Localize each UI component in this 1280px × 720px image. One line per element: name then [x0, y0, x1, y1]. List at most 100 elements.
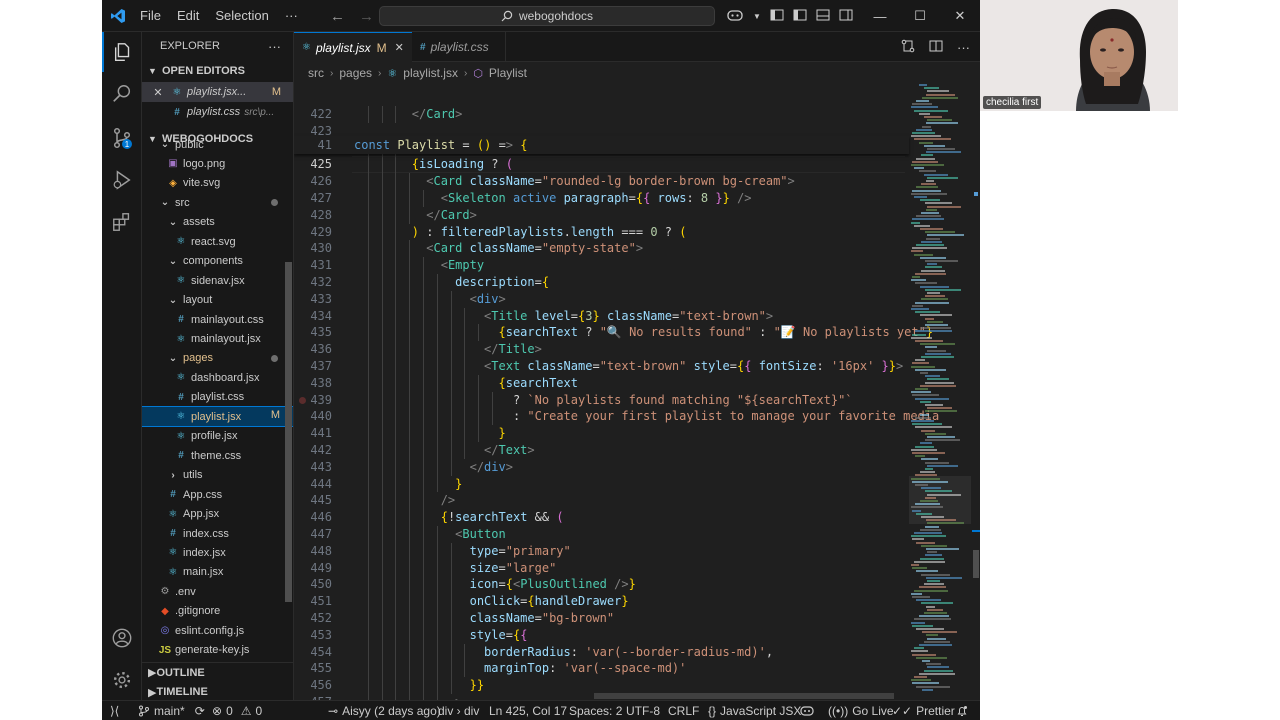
language-mode[interactable]: {} JavaScript JSX — [708, 701, 801, 720]
code-line[interactable]: 455 marginTop: 'var(--space-md)' — [294, 660, 909, 678]
tree-item-dashboard-jsx[interactable]: ⚛ dashboard.jsx — [174, 368, 292, 387]
code-line[interactable]: 429 ) : filteredPlaylists.length === 0 ?… — [294, 223, 909, 241]
tree-item-index-css[interactable]: # index.css — [166, 524, 292, 543]
code-line[interactable]: 451 onClick={handleDrawer} — [294, 593, 909, 610]
code-line[interactable]: 456 }} — [294, 677, 909, 694]
extensions-icon[interactable] — [102, 202, 142, 242]
remote-indicator[interactable]: ⟩⟨ — [110, 701, 119, 720]
code-line[interactable]: 435 {searchText ? "🔍 No results found" :… — [294, 324, 933, 342]
menu-file[interactable]: File — [132, 0, 169, 32]
menu-edit[interactable]: Edit — [169, 0, 207, 32]
code-line[interactable]: 449 size="large" — [294, 559, 909, 577]
run-debug-icon[interactable] — [102, 160, 142, 200]
sidebar-scrollbar[interactable] — [285, 262, 292, 602]
tree-item-mainlayout-jsx[interactable]: ⚛ mainlayout.jsx — [174, 330, 292, 349]
end-of-line[interactable]: CRLF — [668, 701, 699, 720]
code-line[interactable]: 446 {!searchText && ( — [294, 509, 909, 526]
prettier-status[interactable]: ✓✓ Prettier — [892, 701, 955, 720]
minimap[interactable] — [909, 84, 971, 700]
source-control-icon[interactable]: 1 — [102, 118, 142, 158]
compare-changes-icon[interactable] — [901, 39, 915, 56]
search-icon[interactable] — [102, 74, 142, 114]
breadcrumb-file[interactable]: playlist.jsx — [403, 66, 458, 80]
open-editor-playlist-css[interactable]: # playlist.css src\p... — [142, 102, 293, 122]
go-live-button[interactable]: ((•)) Go Live — [828, 701, 894, 720]
tree-item-components[interactable]: ⌄ components — [166, 252, 292, 271]
breadcrumb-context[interactable]: div › div — [438, 701, 479, 720]
editor-vertical-scrollbar[interactable] — [972, 84, 980, 700]
tree-item--gitignore[interactable]: ◆ .gitignore — [158, 602, 292, 621]
explorer-more-icon[interactable]: ··· — [268, 39, 281, 54]
problems-indicator[interactable]: ⊗ 0 ⚠ 0 — [212, 701, 262, 720]
code-line[interactable]: 430 <Card className="empty-state"> — [294, 240, 909, 258]
tree-item-index-jsx[interactable]: ⚛ index.jsx — [166, 543, 292, 562]
code-line[interactable]: 428 </Card> — [294, 206, 909, 224]
code-line[interactable]: 431 <Empty — [294, 257, 909, 274]
account-icon[interactable] — [102, 618, 142, 658]
timeline-header[interactable]: ▶ TIMELINE — [142, 682, 293, 700]
tab-playlist-jsx[interactable]: ⚛ playlist.jsx M ✕ — [294, 32, 412, 62]
code-editor[interactable]: 41 const Playlist = () => { 422 </Card> 4… — [294, 84, 980, 700]
close-icon[interactable]: ✕ — [146, 86, 170, 99]
maximize-icon[interactable]: ☐ — [900, 0, 940, 32]
code-line[interactable]: 453 style={{ — [294, 626, 909, 644]
git-branch[interactable]: main* ⟳ — [138, 701, 205, 720]
menu-more[interactable]: ··· — [277, 0, 306, 32]
code-line[interactable]: 434 <Title level={3} className="text-bro… — [294, 307, 909, 325]
copilot-status-icon[interactable] — [800, 701, 814, 720]
code-line[interactable]: 432 description={ — [294, 274, 909, 291]
code-line[interactable]: 448 type="primary" — [294, 542, 909, 560]
code-line[interactable]: 454 borderRadius: 'var(--border-radius-m… — [294, 643, 909, 661]
code-line[interactable]: 426 <Card className="rounded-lg border-b… — [294, 173, 909, 190]
tree-item-utils[interactable]: › utils — [166, 466, 292, 485]
settings-gear-icon[interactable] — [102, 660, 142, 700]
tab-playlist-css[interactable]: # playlist.css — [412, 32, 506, 62]
breadcrumb-pages[interactable]: pages — [339, 66, 372, 80]
tree-item-assets[interactable]: ⌄ assets — [166, 213, 292, 232]
code-line[interactable]: 450 icon={<PlusOutlined />} — [294, 576, 909, 594]
code-line[interactable]: 438 {searchText — [294, 374, 909, 392]
code-line[interactable]: 447 <Button — [294, 526, 909, 543]
open-editors-header[interactable]: ▼ OPEN EDITORS — [142, 60, 293, 82]
forward-arrow-icon[interactable]: → — [359, 8, 374, 25]
breakpoint-hint-icon[interactable] — [299, 396, 306, 404]
close-window-icon[interactable]: ✕ — [940, 0, 980, 32]
tree-item-vite-svg[interactable]: ◈ vite.svg — [166, 174, 292, 193]
menu-selection[interactable]: Selection — [207, 0, 276, 32]
tree-item-react-svg[interactable]: ⚛ react.svg — [174, 232, 292, 251]
toggle-panel-icon[interactable] — [816, 8, 830, 25]
back-arrow-icon[interactable]: ← — [330, 8, 345, 25]
tree-item-main-jsx[interactable]: ⚛ main.jsx — [166, 563, 292, 582]
code-line[interactable]: 443 </div> — [294, 458, 909, 476]
notifications-bell-icon[interactable] — [956, 701, 968, 720]
code-line[interactable]: 444 } — [294, 475, 909, 493]
tree-item-app-css[interactable]: # App.css — [166, 485, 292, 504]
outline-header[interactable]: ▶ OUTLINE — [142, 662, 293, 682]
layout-customize-icon[interactable] — [770, 8, 784, 25]
code-line[interactable]: 439 ? `No playlists found matching "${se… — [294, 391, 909, 409]
close-icon[interactable]: ✕ — [395, 41, 404, 54]
breadcrumb-src[interactable]: src — [308, 66, 324, 80]
code-line[interactable]: 440 : "Create your first playlist to man… — [294, 408, 939, 426]
tree-item-mainlayout-css[interactable]: # mainlayout.css — [174, 310, 292, 329]
toggle-sidebar-icon[interactable] — [793, 8, 807, 25]
minimize-icon[interactable]: — — [860, 0, 900, 32]
code-line[interactable]: 427 <Skeleton active paragraph={{ rows: … — [294, 190, 909, 207]
tree-item-playlist-css[interactable]: # playlist.css — [174, 388, 292, 407]
encoding[interactable]: UTF-8 — [626, 701, 660, 720]
tree-item-generate-key-js[interactable]: JS generate-key.js — [158, 641, 292, 660]
tree-item-app-jsx[interactable]: ⚛ App.jsx — [166, 505, 292, 524]
command-center[interactable]: webogohdocs — [379, 6, 715, 26]
sync-icon[interactable]: ⟳ — [195, 704, 205, 718]
indentation[interactable]: Spaces: 2 — [569, 701, 622, 720]
tree-item-eslint-config-js[interactable]: ◎ eslint.config.js — [158, 621, 292, 640]
code-line[interactable]: 433 <div> — [294, 290, 909, 308]
copilot-icon[interactable] — [726, 8, 744, 25]
code-line[interactable]: 452 className="bg-brown" — [294, 610, 909, 627]
git-blame[interactable]: ⊸ Aisyy (2 days ago) — [328, 701, 441, 720]
chevron-down-icon[interactable]: ▼ — [753, 12, 761, 21]
tree-item-logo-png[interactable]: ▣ logo.png — [166, 154, 292, 173]
code-line[interactable]: 442 </Text> — [294, 442, 909, 459]
open-editor-playlist-jsx[interactable]: ✕ ⚛ playlist.jsx... M — [142, 82, 293, 102]
more-actions-icon[interactable]: ··· — [957, 40, 970, 55]
